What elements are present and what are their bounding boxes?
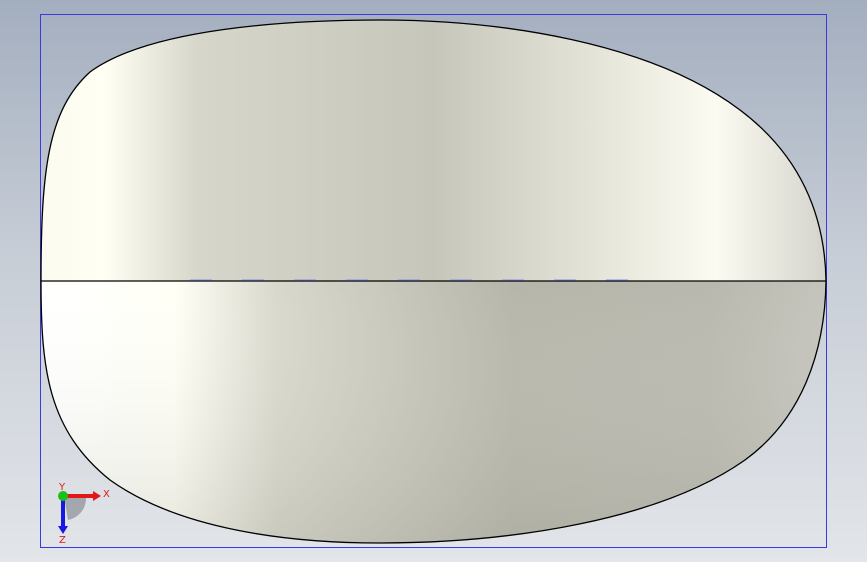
z-axis-label: Z [59, 535, 66, 546]
model-view[interactable] [0, 0, 867, 562]
graphics-viewport[interactable]: X Y Z [0, 0, 867, 562]
y-axis-label: Y [58, 482, 66, 493]
x-axis-label: X [103, 489, 110, 500]
lens-top-face[interactable] [41, 20, 826, 281]
lens-bottom-shading [41, 281, 826, 543]
reference-triad: X Y Z [58, 482, 110, 546]
triad-shadow [64, 496, 87, 520]
